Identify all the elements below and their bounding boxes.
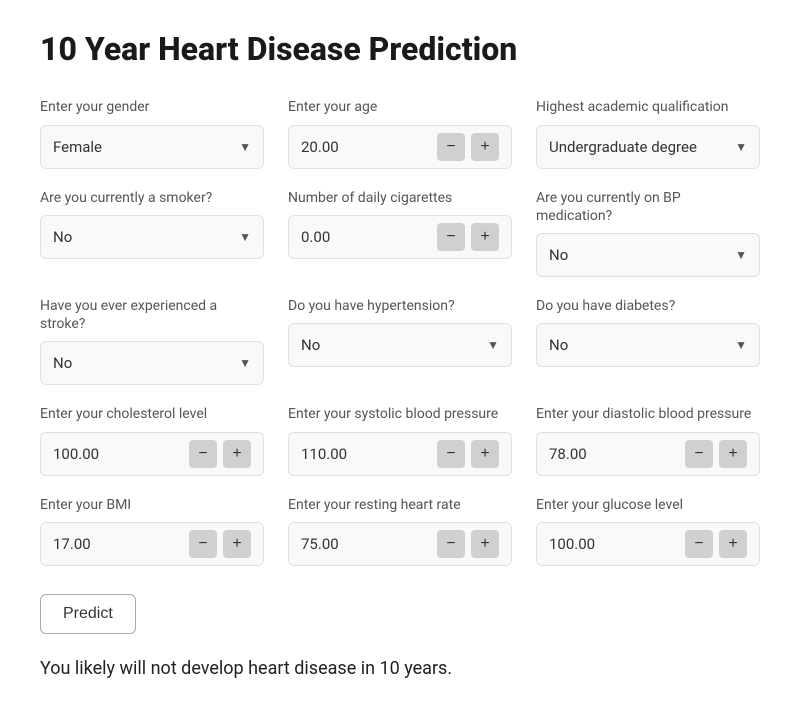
numeric-cigarettes[interactable]: 0.00−+ <box>288 215 512 259</box>
decrement-age[interactable]: − <box>437 133 465 161</box>
select-value-hypertension: No <box>301 336 487 354</box>
form-group-education: Highest academic qualification Undergradu… <box>536 98 760 168</box>
increment-cholesterol[interactable]: + <box>223 440 251 468</box>
decrement-heart_rate[interactable]: − <box>437 530 465 558</box>
label-diastolic_bp: Enter your diastolic blood pressure <box>536 405 760 423</box>
form-group-stroke: Have you ever experienced a stroke? No▼ <box>40 297 264 385</box>
label-hypertension: Do you have hypertension? <box>288 297 512 315</box>
label-heart_rate: Enter your resting heart rate <box>288 496 512 514</box>
select-value-bp_medication: No <box>549 246 735 264</box>
select-education[interactable]: Undergraduate degree▼ <box>536 125 760 169</box>
numeric-value-cholesterol: 100.00 <box>53 445 189 463</box>
numeric-glucose[interactable]: 100.00−+ <box>536 522 760 566</box>
increment-systolic_bp[interactable]: + <box>471 440 499 468</box>
label-glucose: Enter your glucose level <box>536 496 760 514</box>
label-cigarettes: Number of daily cigarettes <box>288 189 512 207</box>
decrement-cigarettes[interactable]: − <box>437 223 465 251</box>
label-systolic_bp: Enter your systolic blood pressure <box>288 405 512 423</box>
increment-bmi[interactable]: + <box>223 530 251 558</box>
select-gender[interactable]: Female▼ <box>40 125 264 169</box>
numeric-value-heart_rate: 75.00 <box>301 535 437 553</box>
label-age: Enter your age <box>288 98 512 116</box>
numeric-value-age: 20.00 <box>301 138 437 156</box>
form-group-diabetes: Do you have diabetes? No▼ <box>536 297 760 385</box>
numeric-diastolic_bp[interactable]: 78.00−+ <box>536 432 760 476</box>
form-group-glucose: Enter your glucose level 100.00−+ <box>536 496 760 566</box>
increment-cigarettes[interactable]: + <box>471 223 499 251</box>
select-stroke[interactable]: No▼ <box>40 341 264 385</box>
select-diabetes[interactable]: No▼ <box>536 323 760 367</box>
decrement-bmi[interactable]: − <box>189 530 217 558</box>
increment-heart_rate[interactable]: + <box>471 530 499 558</box>
select-value-stroke: No <box>53 354 239 372</box>
select-value-gender: Female <box>53 138 239 156</box>
numeric-value-diastolic_bp: 78.00 <box>549 445 685 463</box>
numeric-cholesterol[interactable]: 100.00−+ <box>40 432 264 476</box>
select-smoker[interactable]: No▼ <box>40 215 264 259</box>
numeric-systolic_bp[interactable]: 110.00−+ <box>288 432 512 476</box>
form-group-bmi: Enter your BMI 17.00−+ <box>40 496 264 566</box>
increment-glucose[interactable]: + <box>719 530 747 558</box>
select-value-smoker: No <box>53 228 239 246</box>
label-diabetes: Do you have diabetes? <box>536 297 760 315</box>
numeric-value-bmi: 17.00 <box>53 535 189 553</box>
label-bp_medication: Are you currently on BP medication? <box>536 189 760 225</box>
form-group-gender: Enter your gender Female▼ <box>40 98 264 168</box>
result-text: You likely will not develop heart diseas… <box>40 658 760 679</box>
form-group-heart_rate: Enter your resting heart rate 75.00−+ <box>288 496 512 566</box>
form-group-diastolic_bp: Enter your diastolic blood pressure 78.00… <box>536 405 760 475</box>
chevron-down-icon: ▼ <box>239 356 251 370</box>
increment-diastolic_bp[interactable]: + <box>719 440 747 468</box>
form-group-bp_medication: Are you currently on BP medication? No▼ <box>536 189 760 277</box>
form-group-cigarettes: Number of daily cigarettes 0.00−+ <box>288 189 512 277</box>
label-stroke: Have you ever experienced a stroke? <box>40 297 264 333</box>
decrement-diastolic_bp[interactable]: − <box>685 440 713 468</box>
numeric-value-glucose: 100.00 <box>549 535 685 553</box>
label-cholesterol: Enter your cholesterol level <box>40 405 264 423</box>
chevron-down-icon: ▼ <box>735 338 747 352</box>
select-hypertension[interactable]: No▼ <box>288 323 512 367</box>
predict-button[interactable]: Predict <box>40 594 136 634</box>
form-group-systolic_bp: Enter your systolic blood pressure 110.00… <box>288 405 512 475</box>
decrement-cholesterol[interactable]: − <box>189 440 217 468</box>
select-value-education: Undergraduate degree <box>549 138 735 156</box>
form-group-cholesterol: Enter your cholesterol level 100.00−+ <box>40 405 264 475</box>
numeric-value-cigarettes: 0.00 <box>301 228 437 246</box>
form-group-hypertension: Do you have hypertension? No▼ <box>288 297 512 385</box>
chevron-down-icon: ▼ <box>487 338 499 352</box>
label-education: Highest academic qualification <box>536 98 760 116</box>
form-grid: Enter your genderFemale▼Enter your age20… <box>40 98 760 565</box>
decrement-systolic_bp[interactable]: − <box>437 440 465 468</box>
decrement-glucose[interactable]: − <box>685 530 713 558</box>
select-value-diabetes: No <box>549 336 735 354</box>
numeric-age[interactable]: 20.00−+ <box>288 125 512 169</box>
label-gender: Enter your gender <box>40 98 264 116</box>
numeric-bmi[interactable]: 17.00−+ <box>40 522 264 566</box>
label-smoker: Are you currently a smoker? <box>40 189 264 207</box>
form-group-smoker: Are you currently a smoker? No▼ <box>40 189 264 277</box>
page-title: 10 Year Heart Disease Prediction <box>40 30 760 68</box>
chevron-down-icon: ▼ <box>735 248 747 262</box>
numeric-heart_rate[interactable]: 75.00−+ <box>288 522 512 566</box>
select-bp_medication[interactable]: No▼ <box>536 233 760 277</box>
numeric-value-systolic_bp: 110.00 <box>301 445 437 463</box>
chevron-down-icon: ▼ <box>239 230 251 244</box>
chevron-down-icon: ▼ <box>239 140 251 154</box>
label-bmi: Enter your BMI <box>40 496 264 514</box>
increment-age[interactable]: + <box>471 133 499 161</box>
chevron-down-icon: ▼ <box>735 140 747 154</box>
form-group-age: Enter your age 20.00−+ <box>288 98 512 168</box>
